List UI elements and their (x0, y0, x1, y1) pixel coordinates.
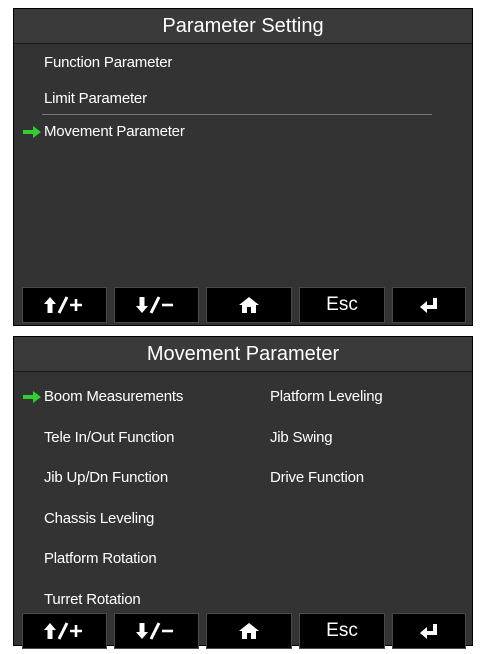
menu-item-limit-parameter[interactable]: Limit Parameter (44, 89, 147, 109)
home-button[interactable] (206, 287, 292, 323)
menu-item-function-parameter[interactable]: Function Parameter (44, 53, 172, 73)
home-icon (239, 297, 259, 313)
selection-arrow-icon (23, 126, 41, 138)
up-arrow-plus-icon (43, 296, 82, 314)
down-arrow-minus-icon (135, 296, 173, 314)
menu-item-label: Tele In/Out Function (44, 429, 175, 446)
home-button[interactable] (206, 613, 292, 649)
up-plus-button[interactable] (22, 287, 107, 323)
menu-item-platform-rotation[interactable]: Platform Rotation (44, 549, 157, 569)
down-minus-button[interactable] (114, 287, 199, 323)
menu-item-label: Limit Parameter (44, 90, 147, 107)
parameter-setting-screen: Parameter Setting Function Parameter Lim… (13, 8, 473, 326)
menu-item-boom-measurements[interactable]: Boom Measurements (23, 387, 184, 407)
menu-item-label: Platform Rotation (44, 550, 157, 567)
button-bar: Esc (14, 613, 472, 649)
selection-arrow-icon (23, 391, 41, 403)
screen-title: Movement Parameter (14, 337, 472, 372)
menu-item-label: Boom Measurements (44, 388, 184, 405)
esc-button[interactable]: Esc (299, 287, 385, 323)
menu-item-label: Chassis Leveling (44, 510, 155, 527)
enter-return-icon (420, 624, 437, 639)
menu-item-jib-swing[interactable]: Jib Swing (270, 428, 333, 448)
menu-item-movement-parameter[interactable]: Movement Parameter (23, 122, 185, 142)
menu-item-platform-leveling[interactable]: Platform Leveling (270, 387, 383, 407)
menu-item-label: Turret Rotation (44, 591, 141, 608)
screen-title: Parameter Setting (14, 9, 472, 44)
menu-item-jib-up-dn-function[interactable]: Jib Up/Dn Function (44, 468, 168, 488)
menu-item-turret-rotation[interactable]: Turret Rotation (44, 590, 141, 610)
button-bar: Esc (14, 287, 472, 323)
menu-item-drive-function[interactable]: Drive Function (270, 468, 364, 488)
enter-button[interactable] (392, 287, 466, 323)
divider (42, 114, 432, 115)
menu-item-chassis-leveling[interactable]: Chassis Leveling (44, 509, 154, 529)
enter-return-icon (420, 298, 437, 313)
menu-item-label: Function Parameter (44, 54, 173, 71)
menu-item-label: Drive Function (270, 469, 364, 486)
up-plus-button[interactable] (22, 613, 107, 649)
menu-item-label: Platform Leveling (270, 388, 383, 405)
esc-label: Esc (326, 620, 358, 641)
home-icon (239, 623, 259, 639)
esc-button[interactable]: Esc (299, 613, 385, 649)
down-arrow-minus-icon (135, 622, 173, 640)
menu-item-label: Jib Up/Dn Function (44, 469, 168, 486)
up-arrow-plus-icon (43, 622, 82, 640)
menu-item-label: Jib Swing (270, 429, 333, 446)
menu-item-label: Movement Parameter (44, 123, 185, 140)
down-minus-button[interactable] (114, 613, 199, 649)
enter-button[interactable] (392, 613, 466, 649)
menu-item-tele-in-out-function[interactable]: Tele In/Out Function (44, 428, 174, 448)
movement-parameter-screen: Movement Parameter Boom Measurements Tel… (13, 336, 473, 649)
esc-label: Esc (326, 294, 358, 315)
